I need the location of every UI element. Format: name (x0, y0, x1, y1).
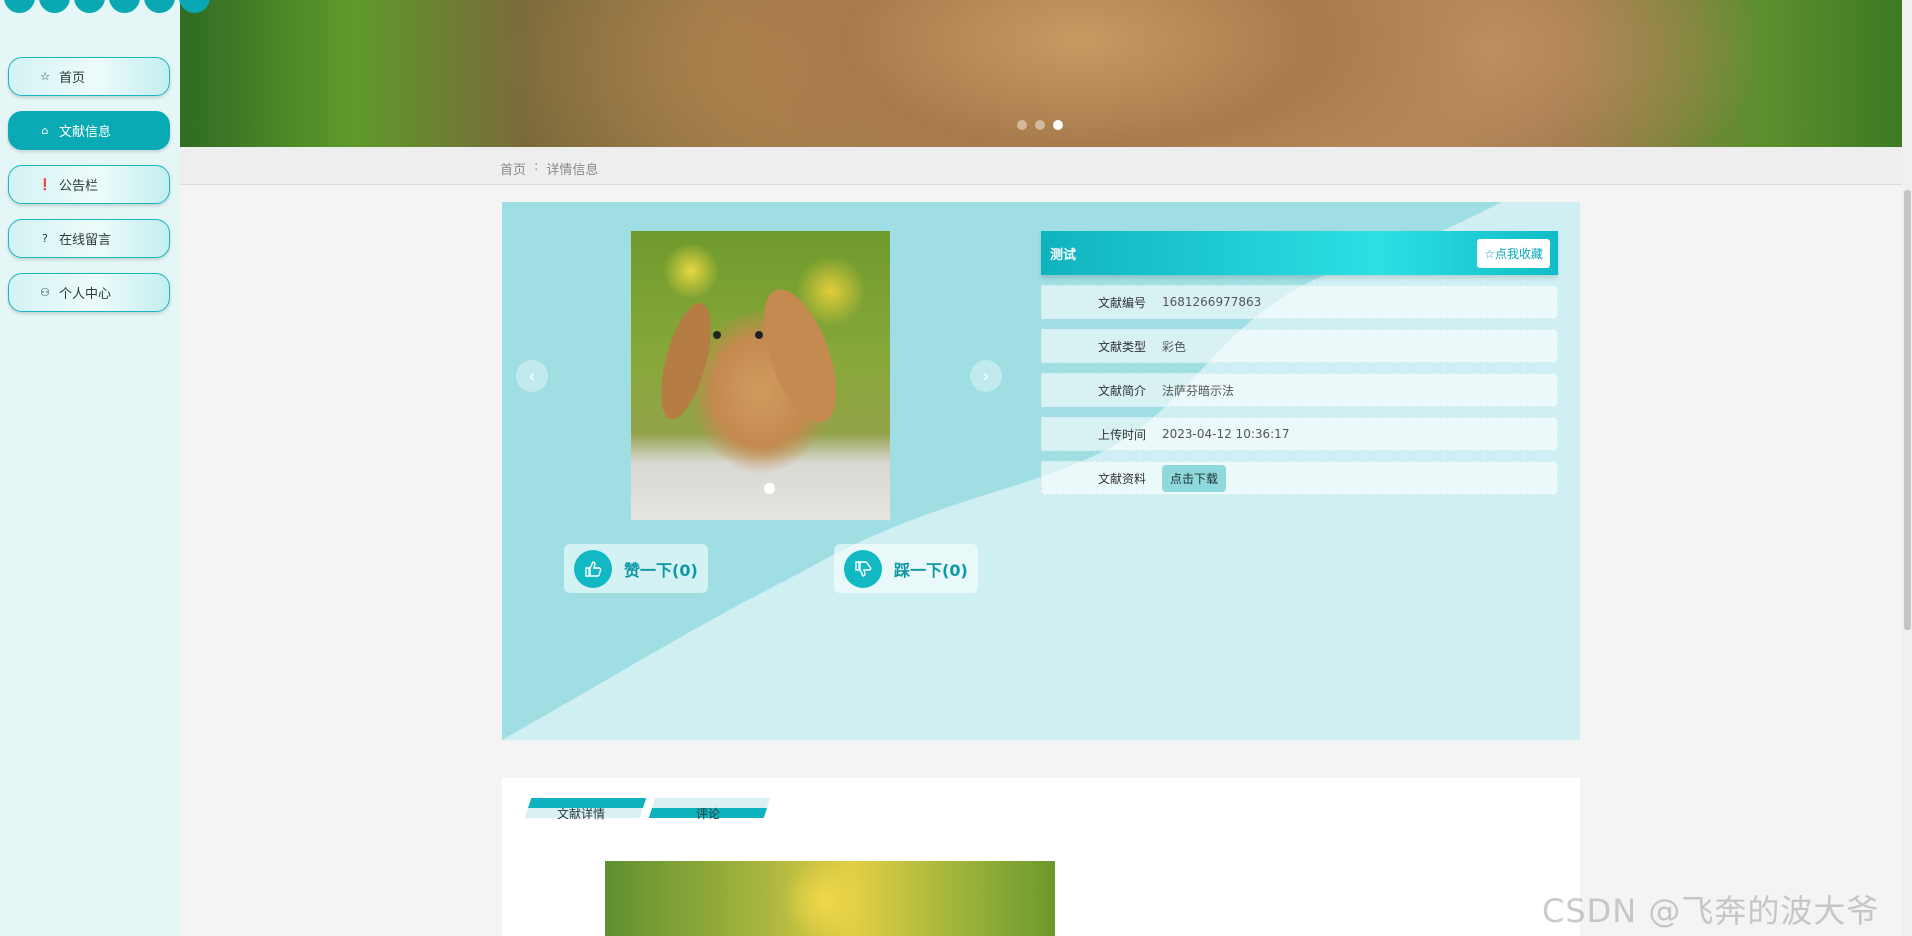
tabs-panel: 文献详情 评论 (502, 778, 1580, 936)
favorite-button[interactable]: ☆点我收藏 (1477, 238, 1550, 268)
decorative-dots (4, 0, 210, 13)
thumbs-up-icon (574, 549, 612, 588)
breadcrumb-bar: 首页 : 详情信息 (180, 147, 1902, 185)
field-value: 彩色 (1162, 339, 1187, 354)
sidebar-item-home[interactable]: ☆ 首页 (8, 57, 170, 96)
field-value: 2023-04-12 10:36:17 (1162, 427, 1290, 441)
chevron-right-icon: › (982, 365, 990, 387)
like-button[interactable]: 赞一下(0) (564, 544, 708, 593)
field-row-upload-time: 上传时间 2023-04-12 10:36:17 (1041, 417, 1558, 451)
field-key: 上传时间 (1097, 427, 1146, 442)
watermark: CSDN @飞奔的波大爷 (1542, 892, 1880, 930)
banner-carousel (180, 0, 1902, 147)
carousel-indicators (1017, 120, 1063, 130)
bag-icon: ⌂ (41, 124, 49, 137)
field-key: 文献资料 (1097, 471, 1146, 486)
scrollbar-thumb[interactable] (1904, 190, 1911, 630)
breadcrumb: 首页 : 详情信息 (500, 159, 598, 178)
sidebar-item-label: 文献信息 (59, 125, 112, 140)
question-circle-icon: ? (42, 232, 48, 245)
field-row-summary: 文献简介 法萨芬暗示法 (1041, 373, 1558, 407)
tab-label: 文献详情 (557, 807, 606, 821)
sidebar-item-profile[interactable]: ⚇ 个人中心 (8, 273, 170, 312)
user-icon: ⚇ (40, 286, 50, 299)
field-value: 法萨芬暗示法 (1162, 383, 1235, 398)
field-value: 1681266977863 (1162, 295, 1262, 309)
field-row-file: 文献资料 点击下载 (1041, 461, 1558, 495)
field-row-id: 文献编号 1681266977863 (1041, 285, 1558, 319)
breadcrumb-current: 详情信息 (546, 163, 599, 178)
sidebar-item-message[interactable]: ? 在线留言 (8, 219, 170, 258)
dislike-button[interactable]: 踩一下(0) (834, 544, 978, 593)
chevron-left-icon: ‹ (528, 365, 536, 387)
tab-label: 评论 (696, 807, 721, 821)
field-key: 文献编号 (1097, 295, 1146, 310)
download-button[interactable]: 点击下载 (1162, 464, 1227, 492)
literature-title: 测试 (1050, 247, 1077, 263)
prev-image-button[interactable]: ‹ (516, 360, 548, 392)
next-image-button[interactable]: › (970, 360, 1002, 392)
sidebar-item-label: 在线留言 (59, 233, 112, 248)
sidebar-nav: ☆ 首页 ⌂ 文献信息 ❗ 公告栏 ? 在线留言 ⚇ 个人中心 (8, 57, 170, 312)
carousel-dot-2[interactable] (1035, 120, 1045, 130)
thumbs-down-icon (844, 549, 882, 588)
sidebar-item-notice[interactable]: ❗ 公告栏 (8, 165, 170, 204)
field-row-type: 文献类型 彩色 (1041, 329, 1558, 363)
sidebar: ☆ 首页 ⌂ 文献信息 ❗ 公告栏 ? 在线留言 ⚇ 个人中心 (0, 0, 210, 936)
field-key: 文献类型 (1097, 339, 1146, 354)
star-outline-icon: ☆ (40, 70, 50, 83)
detail-panel: ‹ › 赞一下(0) 踩一下(0) 测试 ☆点我收藏 文献编号 16812669… (502, 202, 1580, 740)
exclamation-circle-icon: ❗ (38, 178, 52, 191)
breadcrumb-separator: : (534, 159, 539, 174)
literature-photo (631, 231, 890, 520)
carousel-dot-1[interactable] (1017, 120, 1027, 130)
sidebar-item-label: 首页 (59, 71, 86, 86)
photo-indicator-dot[interactable] (764, 483, 775, 494)
info-header: 测试 ☆点我收藏 (1041, 231, 1558, 275)
breadcrumb-home[interactable]: 首页 (500, 159, 526, 178)
like-label: 赞一下(0) (624, 560, 698, 580)
detail-content-image (605, 861, 1055, 936)
sidebar-item-label: 个人中心 (59, 287, 112, 302)
sidebar-item-label: 公告栏 (59, 179, 99, 194)
carousel-dot-3[interactable] (1053, 120, 1063, 130)
dislike-label: 踩一下(0) (894, 560, 968, 580)
field-key: 文献简介 (1097, 383, 1146, 398)
sidebar-item-literature[interactable]: ⌂ 文献信息 (8, 111, 170, 150)
info-card: 测试 ☆点我收藏 文献编号 1681266977863 文献类型 彩色 文献简介… (1041, 231, 1558, 495)
page-scrollbar[interactable] (1902, 0, 1912, 936)
